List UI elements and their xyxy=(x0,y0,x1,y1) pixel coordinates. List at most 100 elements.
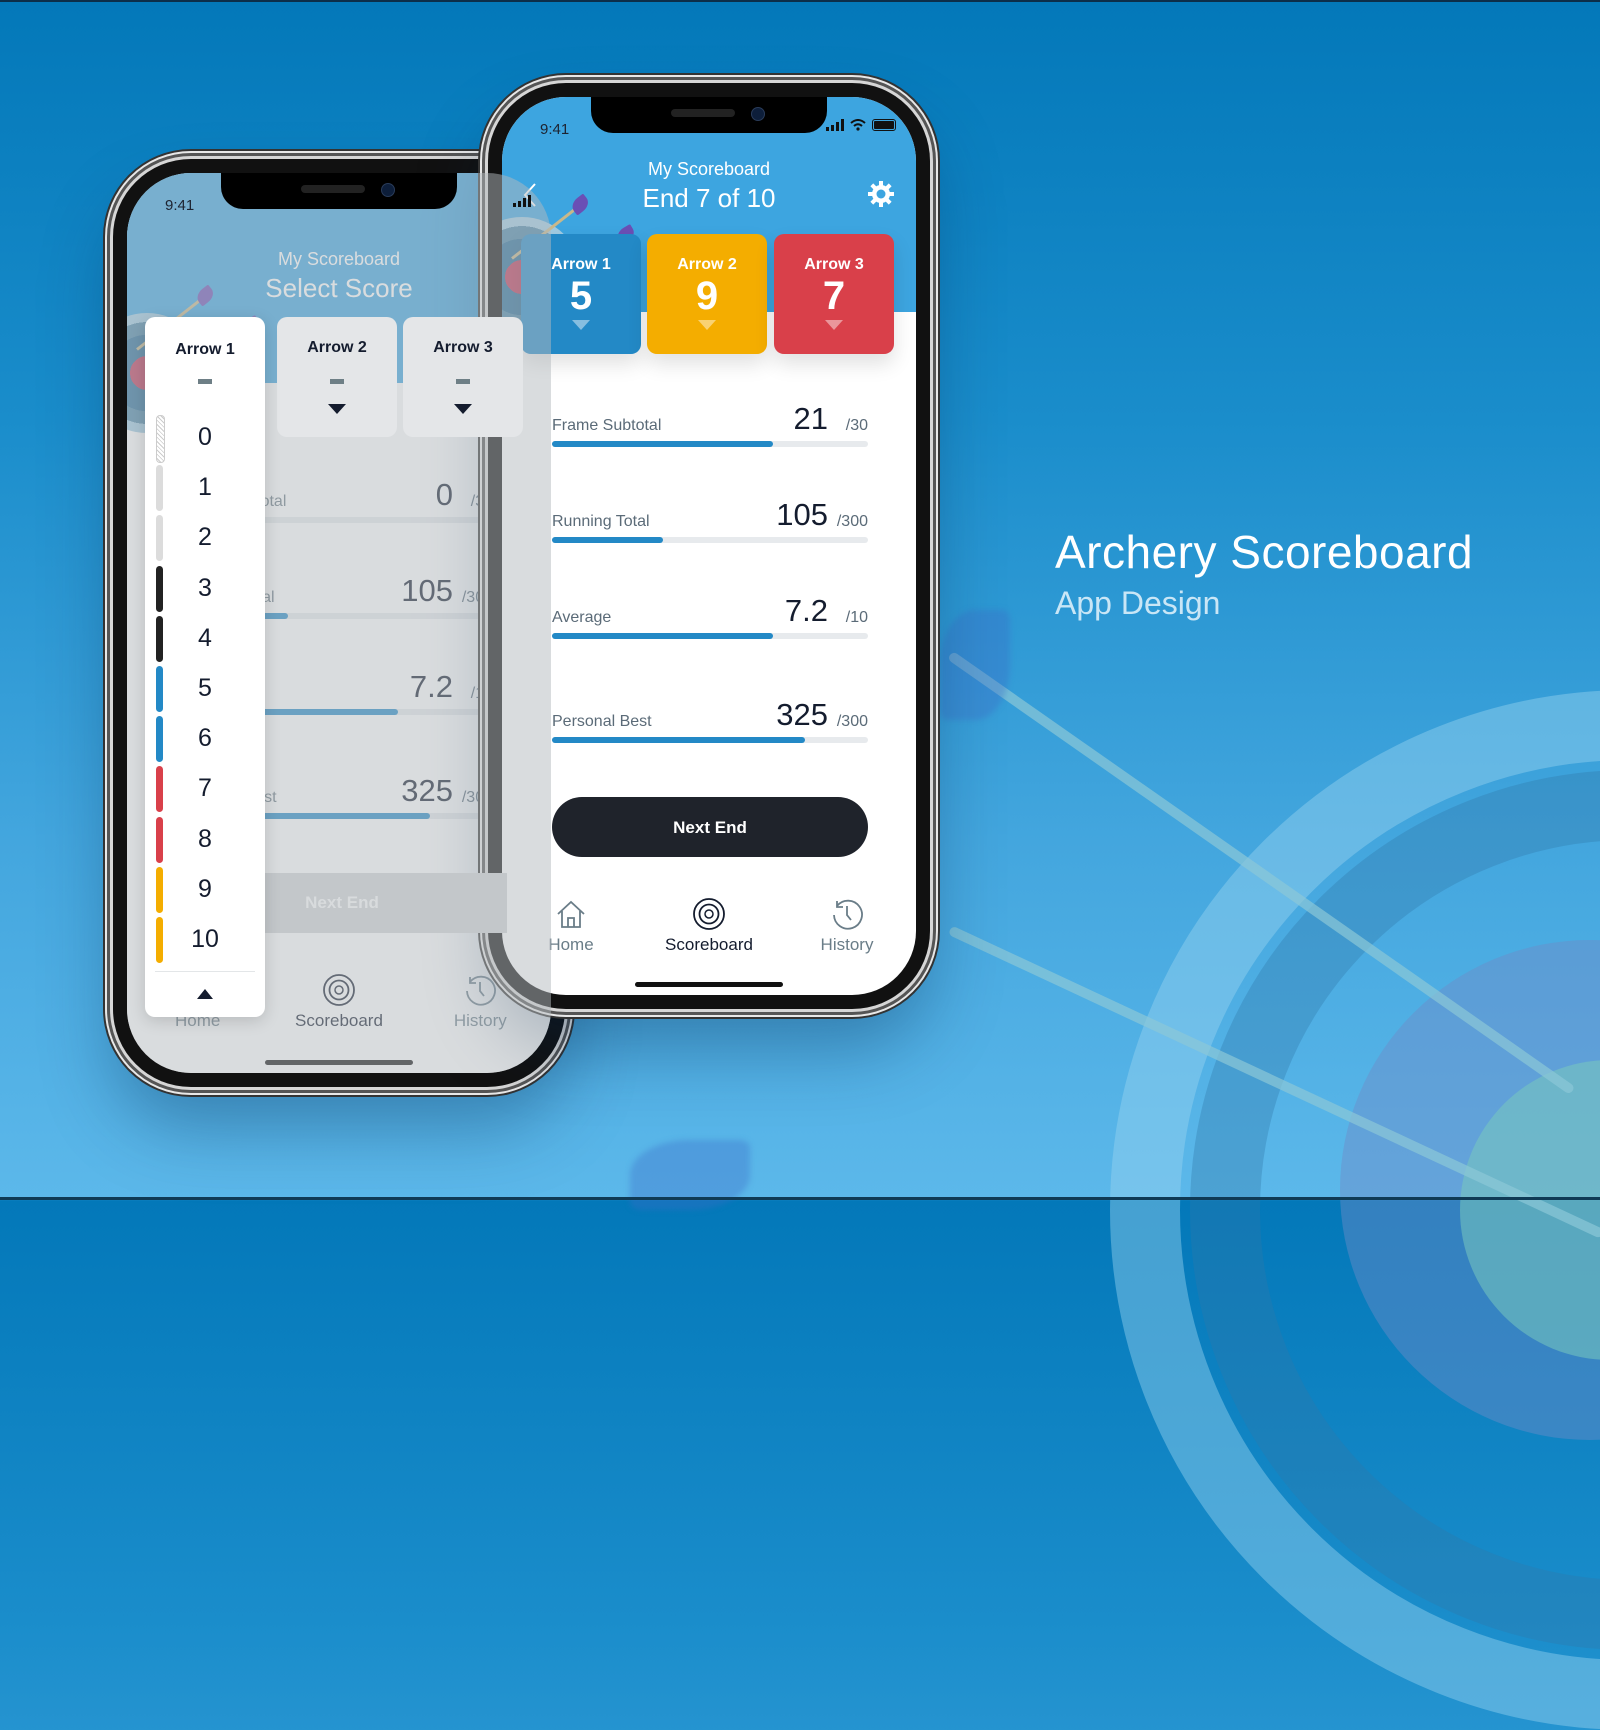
dropdown-triangle-icon xyxy=(825,320,843,330)
score-option-9[interactable]: 9 xyxy=(145,865,265,915)
target-icon xyxy=(323,974,355,1006)
stat-value: 105 xyxy=(776,497,828,532)
arrow-card-score: 5 xyxy=(569,274,593,318)
empty-value-dash xyxy=(330,379,344,384)
stat-value: 325 xyxy=(401,773,453,808)
tab-bar: Home Scoreboard History xyxy=(502,897,916,955)
score-value: 0 xyxy=(198,423,212,451)
score-value: 3 xyxy=(198,573,212,602)
stat-label: Average xyxy=(552,609,612,626)
stat-max: /10 xyxy=(845,609,868,626)
stat-value: 325 xyxy=(776,697,828,732)
notch xyxy=(221,173,457,209)
progress-track xyxy=(552,737,868,743)
stat-value: 105 xyxy=(401,573,453,608)
stat-max: /300 xyxy=(836,513,868,530)
score-option-4[interactable]: 4 xyxy=(145,614,265,664)
tab-label: Scoreboard xyxy=(295,1011,383,1030)
score-value: 1 xyxy=(198,473,212,502)
score-value: 6 xyxy=(198,724,212,753)
score-value: 7 xyxy=(198,774,212,803)
target-icon xyxy=(693,898,725,930)
score-options-list: 0 1 2 3 4 5 6 7 8 9 10 xyxy=(145,413,265,965)
score-value: 5 xyxy=(198,673,212,702)
stat-label: Running Total xyxy=(552,513,650,530)
stat-max: /300 xyxy=(836,713,868,730)
top-border xyxy=(0,0,1600,2)
arrow-card-3[interactable]: Arrow 3 7 xyxy=(774,234,894,354)
signal-icon xyxy=(513,195,531,207)
arrow-card-score: 9 xyxy=(695,274,719,318)
arrow-card-score: 7 xyxy=(822,274,846,318)
score-value: 9 xyxy=(198,874,212,903)
progress-fill xyxy=(552,737,805,743)
stat-label: Personal Best xyxy=(552,713,652,730)
score-option-0[interactable]: 0 xyxy=(145,413,265,463)
dropdown-triangle-icon xyxy=(454,404,472,414)
header-title: End 7 of 10 xyxy=(642,183,776,213)
score-option-6[interactable]: 6 xyxy=(145,714,265,764)
arrow-card-label: Arrow 1 xyxy=(551,256,611,273)
score-option-5[interactable]: 5 xyxy=(145,664,265,714)
status-icons xyxy=(826,119,896,131)
stat-value: 7.2 xyxy=(409,669,453,704)
stat-label: Frame Subtotal xyxy=(552,417,662,434)
next-end-button[interactable]: Next End xyxy=(552,797,868,857)
progress-track xyxy=(552,537,868,543)
phone-right: 9:41 My Scoreboard End 7 of 10 Arrow 1 5… xyxy=(488,83,930,1009)
stat-value: 7.2 xyxy=(784,593,828,628)
progress-fill xyxy=(552,441,774,447)
bg-arrow-fletching xyxy=(940,610,1010,720)
arrow-card-2[interactable]: Arrow 2 xyxy=(277,317,397,437)
status-icons xyxy=(513,195,531,207)
picker-divider xyxy=(155,971,255,972)
battery-icon xyxy=(872,119,896,131)
score-option-3[interactable]: 3 xyxy=(145,564,265,614)
stat-personal-best: Personal Best 325 /300 xyxy=(552,693,868,743)
empty-value-dash xyxy=(456,379,470,384)
collapse-triangle-icon[interactable] xyxy=(197,989,213,999)
home-indicator xyxy=(265,1060,413,1065)
arrow-card-label: Arrow 2 xyxy=(677,256,737,273)
score-value: 10 xyxy=(191,924,219,953)
wifi-icon xyxy=(850,119,866,131)
arrow-card-3[interactable]: Arrow 3 xyxy=(403,317,523,437)
dropdown-triangle-icon xyxy=(572,320,590,330)
tab-label: History xyxy=(453,1011,507,1030)
dropdown-triangle-icon xyxy=(328,404,346,414)
stat-max: /30 xyxy=(845,417,868,434)
dropdown-triangle-icon xyxy=(698,320,716,330)
picker-selected-dash xyxy=(198,379,212,384)
home-icon xyxy=(557,900,585,928)
tab-history[interactable]: History xyxy=(792,897,902,955)
status-time: 9:41 xyxy=(165,197,195,214)
score-option-1[interactable]: 1 xyxy=(145,463,265,513)
hero-subtitle: App Design xyxy=(1055,585,1221,621)
arrow-card-label: Arrow 2 xyxy=(307,339,367,356)
tab-scoreboard[interactable]: Scoreboard xyxy=(284,973,394,1031)
home-indicator xyxy=(635,982,783,987)
tab-scoreboard[interactable]: Scoreboard xyxy=(654,897,764,955)
score-option-8[interactable]: 8 xyxy=(145,815,265,865)
stat-value: 21 xyxy=(793,401,828,436)
score-option-2[interactable]: 2 xyxy=(145,513,265,563)
history-icon xyxy=(833,899,863,930)
progress-fill xyxy=(552,537,663,543)
score-option-7[interactable]: 7 xyxy=(145,764,265,814)
score-option-10[interactable]: 10 xyxy=(145,915,265,965)
arrow-card-2[interactable]: Arrow 2 9 xyxy=(647,234,767,354)
tab-label: Home xyxy=(548,935,594,954)
progress-track xyxy=(552,441,868,447)
stat-running-total: Running Total 105 /300 xyxy=(552,493,868,543)
tab-label: History xyxy=(820,935,874,954)
progress-fill xyxy=(552,633,774,639)
tab-home[interactable]: Home xyxy=(516,897,626,955)
score-value: 4 xyxy=(198,623,212,652)
arrow-card-1[interactable]: Arrow 1 5 xyxy=(521,234,641,354)
progress-track xyxy=(552,633,868,639)
notch xyxy=(591,97,827,133)
signal-icon xyxy=(826,119,844,131)
header-subtitle: My Scoreboard xyxy=(647,159,771,179)
picker-title: Arrow 1 xyxy=(175,341,235,358)
score-value: 8 xyxy=(198,824,212,853)
